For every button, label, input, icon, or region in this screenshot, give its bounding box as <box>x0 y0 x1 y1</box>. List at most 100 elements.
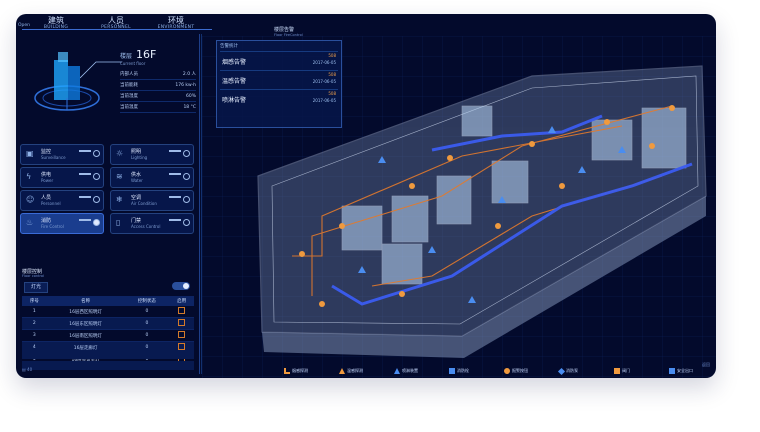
top-nav: Open 建筑 BUILDING 人员 PERSONNEL 环境 ENVIRON… <box>16 14 716 36</box>
status-bar <box>169 219 181 221</box>
system-label: 供电 <box>41 172 52 178</box>
toggle-ring[interactable] <box>93 219 100 226</box>
system-card-power[interactable]: ϟ 供电 Power <box>20 167 104 188</box>
status-bar <box>79 150 91 152</box>
info-row: 当前温度 18 °C <box>120 102 196 113</box>
legend-label: 安全出口 <box>677 368 693 373</box>
alarm-date: 2017-06-05 <box>312 98 336 103</box>
hydrant-icon <box>449 368 455 374</box>
app-window: Open 建筑 BUILDING 人员 PERSONNEL 环境 ENVIRON… <box>16 14 716 378</box>
toggle-ring[interactable] <box>183 196 190 203</box>
table-row[interactable]: 3 16层南区照明灯 0 <box>22 329 194 342</box>
row-enable[interactable] <box>169 317 194 330</box>
legend-label: 阀门 <box>622 368 630 373</box>
system-card-personnel[interactable]: ☺ 人员 Personnel <box>20 190 104 211</box>
table-row[interactable]: 2 16层东区照明灯 0 <box>22 317 194 330</box>
system-card-air-condition[interactable]: ❄ 空调 Air Condition <box>110 190 194 211</box>
legend-item[interactable]: 报警按钮 <box>504 368 528 374</box>
system-label-en: Power <box>41 178 54 183</box>
left-panel: 楼层 16F Current floor 内部人员 2.0 人 当前能耗 176 kw… <box>20 38 196 374</box>
system-label: 消防 <box>41 218 52 224</box>
enable-checkbox[interactable] <box>178 331 186 338</box>
row-enable[interactable] <box>169 306 194 318</box>
alarm-icon <box>504 368 510 374</box>
info-key: 当前温度 <box>120 105 138 110</box>
floor-prefix: 楼层 <box>120 53 133 60</box>
alarm-row[interactable]: 烟感告警 508 2017-06-05 <box>220 51 338 70</box>
toggle-ring[interactable] <box>93 150 100 157</box>
system-card-surveillance[interactable]: ▣ 监控 Surveillance <box>20 144 104 165</box>
system-card-lighting[interactable]: ☼ 照明 Lighting <box>110 144 194 165</box>
enable-checkbox[interactable] <box>178 343 186 350</box>
exit-icon <box>669 368 675 374</box>
nav-divider <box>22 29 212 30</box>
alarm-panel: 告警统计 烟感告警 508 2017-06-05 温感告警 508 2017-0… <box>216 40 342 128</box>
temp-detector-icon <box>339 368 345 374</box>
legend-item[interactable]: 温感探测 <box>339 368 363 374</box>
info-row: 当前能耗 176 kw·h <box>120 80 196 91</box>
row-index: 1 <box>22 306 47 318</box>
toggle-ring[interactable] <box>183 173 190 180</box>
toggle-ring[interactable] <box>183 219 190 226</box>
legend-item[interactable]: 阀门 <box>614 368 630 374</box>
floor-info: 楼层 16F Current floor 内部人员 2.0 人 当前能耗 176 kw… <box>120 48 196 113</box>
col-header: 启用 <box>169 296 194 306</box>
alarm-value: 508 <box>328 53 336 58</box>
alarm-row[interactable]: 喷淋告警 508 2017-06-05 <box>220 89 338 108</box>
info-row: 内部人员 2.0 人 <box>120 69 196 80</box>
status-bar <box>169 173 181 175</box>
tab-personnel-en: PERSONNEL <box>101 25 131 30</box>
system-card-fire-control[interactable]: ♨ 消防 Fire Control <box>20 213 104 234</box>
tab-environment-label: 环境 <box>168 16 184 25</box>
table-footer: ▤ 40 <box>22 367 33 372</box>
system-card-water[interactable]: ≋ 供水 Water <box>110 167 194 188</box>
row-index: 2 <box>22 317 47 330</box>
enable-checkbox[interactable] <box>178 319 186 326</box>
toggle-ring[interactable] <box>93 173 100 180</box>
legend-label: 温感探测 <box>347 368 363 373</box>
legend-item[interactable]: 安全出口 <box>669 368 693 374</box>
col-header: 名称 <box>46 296 125 306</box>
table-row[interactable]: 1 16层西区照明灯 0 <box>22 306 194 318</box>
fire-icon: ♨ <box>26 218 34 227</box>
toggle-ring[interactable] <box>93 196 100 203</box>
status-bar <box>79 219 91 221</box>
alarm-date: 2017-06-05 <box>312 79 336 84</box>
enable-checkbox[interactable] <box>178 307 186 314</box>
tab-building-en: BUILDING <box>43 25 69 30</box>
col-header: 控制状态 <box>124 296 170 306</box>
system-label-en: Fire Control <box>41 224 64 229</box>
filter-button[interactable]: 灯光 <box>24 282 48 293</box>
floor-en: Current floor <box>120 61 146 66</box>
building-model-icon[interactable] <box>32 46 102 118</box>
back-button[interactable]: 返回 <box>702 362 710 368</box>
tab-building-label: 建筑 <box>48 16 64 25</box>
legend-item[interactable]: 喷淋装置 <box>394 368 418 374</box>
lighting-icon: ☼ <box>116 149 124 158</box>
toggle-ring[interactable] <box>183 150 190 157</box>
water-icon: ≋ <box>116 172 123 181</box>
alarm-date: 2017-06-05 <box>312 60 336 65</box>
info-value: 18 °C <box>183 104 196 110</box>
info-key: 内部人员 <box>120 72 138 77</box>
legend-item[interactable]: 烟感探测 <box>284 368 308 374</box>
valve-icon <box>614 368 620 374</box>
legend-item[interactable]: 消防栓 <box>449 368 469 374</box>
alarm-row[interactable]: 温感告警 508 2017-06-05 <box>220 70 338 89</box>
system-label-en: Access Control <box>131 224 161 229</box>
info-key: 当前湿度 <box>120 94 138 99</box>
info-value: 60% <box>185 93 196 99</box>
system-card-access-control[interactable]: ▯ 门禁 Access Control <box>110 213 194 234</box>
system-label: 监控 <box>41 149 52 155</box>
row-status: 0 <box>124 329 170 342</box>
system-label-en: Water <box>131 178 143 183</box>
system-label: 空调 <box>131 195 142 201</box>
system-label-en: Surveillance <box>41 155 66 160</box>
personnel-icon: ☺ <box>26 195 35 204</box>
legend-item[interactable]: 消防泵 <box>557 367 578 375</box>
alarm-value: 508 <box>328 72 336 77</box>
row-enable[interactable] <box>169 329 194 342</box>
status-bar <box>79 173 91 175</box>
alarm-name: 喷淋告警 <box>222 97 247 104</box>
lights-toggle[interactable] <box>172 282 190 290</box>
